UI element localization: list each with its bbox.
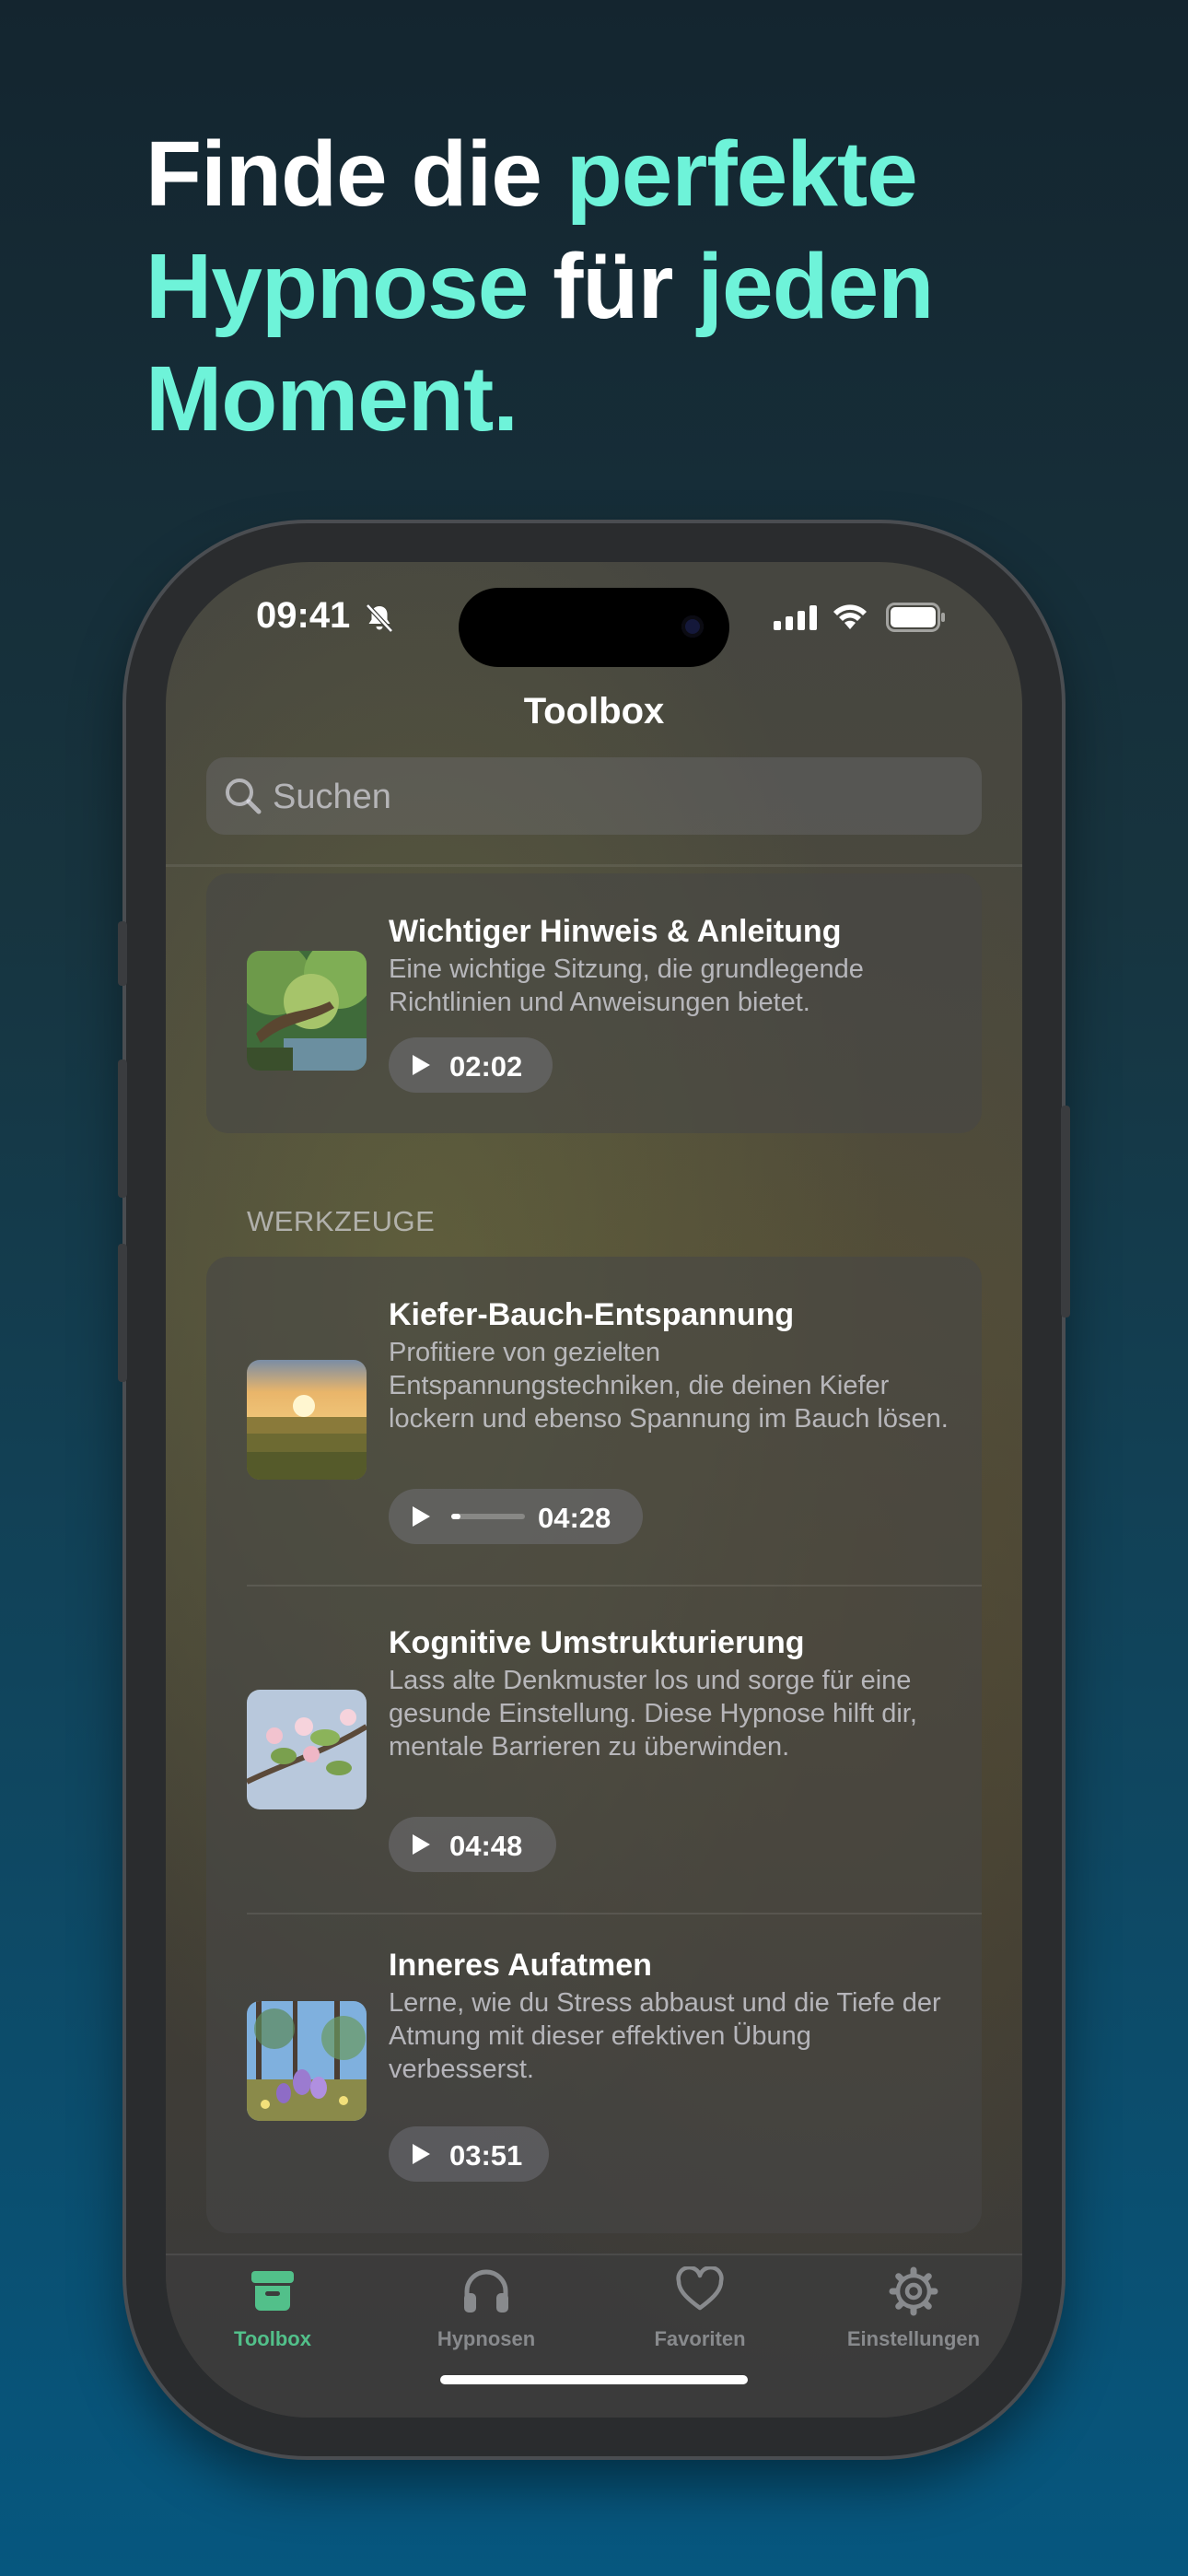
play-icon [413, 1055, 430, 1075]
side-button [1061, 1106, 1070, 1317]
item-title: Kiefer-Bauch-Entspannung [389, 1297, 795, 1332]
item-description: Lerne, wie du Stress abbaust und die Tie… [389, 1988, 941, 2084]
duration-label: 04:28 [538, 1502, 611, 1534]
tab-label: Einstellungen [846, 2327, 981, 2350]
item-title: Inneres Aufatmen [389, 1948, 652, 1983]
headline-part: für [528, 235, 698, 338]
duration-label: 04:48 [449, 1830, 523, 1862]
duration-label: 02:02 [449, 1050, 523, 1083]
tab-bar: Toolbox Hypnosen Favoriten Einstellungen [166, 2254, 1022, 2418]
play-button[interactable]: 04:48 [389, 1817, 556, 1872]
list-item[interactable]: Kognitive Umstrukturierung Lass alte Den… [206, 1587, 982, 1913]
headline-part: perfekte [565, 123, 918, 226]
tab-toolbox[interactable]: Toolbox [166, 2255, 379, 2357]
gear-icon [889, 2266, 938, 2316]
search-field[interactable]: Suchen [206, 757, 982, 835]
thumbnail-forest-stream [247, 951, 367, 1071]
bell-slash-icon [366, 603, 393, 633]
wifi-icon [833, 604, 867, 629]
tab-hypnosen[interactable]: Hypnosen [379, 2255, 593, 2357]
front-camera [681, 615, 704, 638]
headline-part: Hypnose [146, 235, 529, 338]
volume-up-button [118, 1060, 127, 1198]
headline-part: Finde die [146, 123, 566, 226]
play-icon [413, 2144, 430, 2164]
play-button[interactable]: 04:28 [389, 1489, 643, 1544]
section-header: WERKZEUGE [247, 1205, 436, 1237]
play-icon [413, 1834, 430, 1855]
headphones-icon [464, 2269, 508, 2313]
header-divider [166, 864, 1022, 867]
status-time: 09:41 [256, 595, 351, 636]
progress-fill [451, 1514, 460, 1519]
volume-down-button [118, 1244, 127, 1382]
tab-favoriten[interactable]: Favoriten [593, 2255, 807, 2357]
item-title: Kognitive Umstrukturierung [389, 1625, 805, 1660]
list-item[interactable]: Inneres Aufatmen Lerne, wie du Stress ab… [206, 1914, 982, 2233]
play-button[interactable]: 03:51 [389, 2126, 549, 2182]
item-title: Wichtiger Hinweis & Anleitung [389, 914, 842, 949]
tools-card: Kiefer-Bauch-Entspannung Profitiere von … [206, 1257, 982, 2233]
item-description: Profitiere von gezielten Entspannungstec… [389, 1338, 949, 1434]
home-indicator [440, 2375, 748, 2384]
featured-card[interactable]: Wichtiger Hinweis & Anleitung Eine wicht… [206, 873, 982, 1133]
battery-icon [886, 603, 945, 632]
phone-screen: 09:41 Toolbox Suchen Wichtiger Hinweis &… [166, 562, 1022, 2418]
heart-icon [676, 2265, 724, 2311]
play-button[interactable]: 02:02 [389, 1037, 553, 1093]
duration-label: 03:51 [449, 2139, 523, 2172]
list-item[interactable]: Wichtiger Hinweis & Anleitung Eine wicht… [206, 873, 982, 1133]
page-title: Toolbox [523, 691, 665, 732]
item-description: Lass alte Denkmuster los und sorge für e… [389, 1666, 917, 1762]
tab-label: Hypnosen [437, 2327, 536, 2350]
archive-box-icon [251, 2271, 294, 2311]
thumbnail-crocus-meadow [247, 2001, 367, 2121]
play-icon [413, 1506, 430, 1527]
list-item[interactable]: Kiefer-Bauch-Entspannung Profitiere von … [206, 1257, 982, 1585]
search-placeholder: Suchen [273, 778, 391, 816]
thumbnail-blossom-branch [247, 1690, 367, 1809]
progress-bar[interactable] [451, 1514, 525, 1519]
tab-label: Favoriten [654, 2327, 746, 2350]
item-description: Eine wichtige Sitzung, die grundlegende … [389, 954, 864, 1017]
cellular-signal-icon [774, 605, 817, 630]
dynamic-island [459, 588, 729, 667]
tab-label: Toolbox [234, 2327, 311, 2350]
headline-part: jeden [697, 235, 934, 338]
thumbnail-sunset-field [247, 1360, 367, 1480]
search-icon [226, 779, 262, 814]
action-button [118, 921, 127, 986]
headline: Finde die perfekte Hypnose für jeden Mom… [146, 118, 1066, 455]
headline-part: Moment. [146, 347, 518, 451]
tab-einstellungen[interactable]: Einstellungen [807, 2255, 1020, 2357]
